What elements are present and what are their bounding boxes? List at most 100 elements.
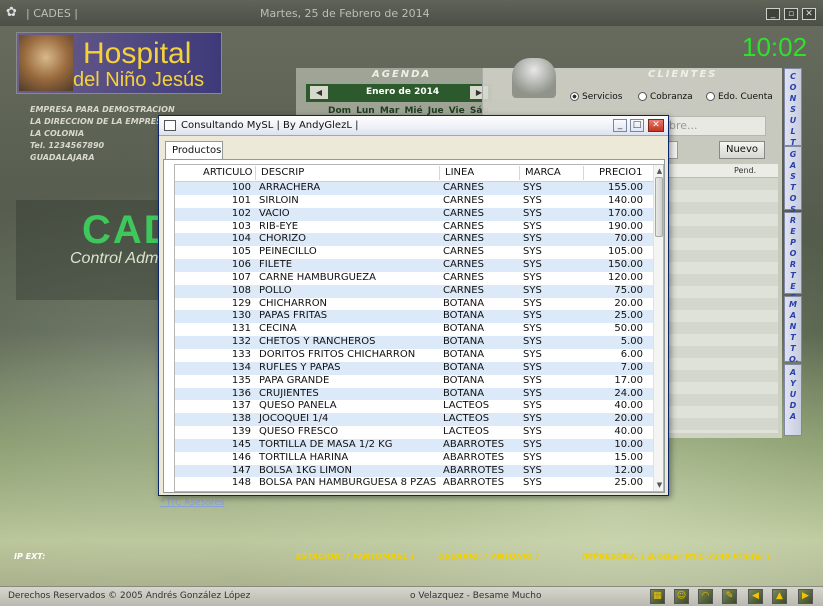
- table-row[interactable]: 129 CHICHARRON BOTANA SYS 20.00: [175, 298, 653, 311]
- rss-icon[interactable]: ◠: [698, 589, 713, 604]
- play-icon[interactable]: ▲: [772, 589, 787, 604]
- cell-linea: BOTANA: [443, 387, 485, 399]
- cell-linea: CARNES: [443, 246, 484, 258]
- prev-month-icon[interactable]: ◀: [310, 86, 328, 99]
- close-icon[interactable]: ✕: [802, 8, 816, 20]
- column-header-articulo[interactable]: ARTICULO: [203, 167, 253, 178]
- table-row[interactable]: 107 CARNE HAMBURGUEZA CARNES SYS 120.00: [175, 272, 653, 285]
- cell-linea: ABARROTES: [443, 464, 505, 476]
- cell-descrip: PAPAS FRITAS: [259, 310, 328, 322]
- products-grid[interactable]: ARTICULO DESCRIP LINEA MARCA PRECIO1 100…: [174, 164, 664, 492]
- table-row[interactable]: 102 VACIO CARNES SYS 170.00: [175, 207, 653, 221]
- cell-articulo: 129: [231, 297, 251, 309]
- company-line: LA COLONIA: [30, 129, 85, 138]
- cell-descrip: ARRACHERA: [259, 182, 321, 193]
- column-header-marca[interactable]: MARCA: [525, 167, 561, 178]
- radio-servicios[interactable]: Servicios: [570, 92, 622, 102]
- cell-linea: ABARROTES: [443, 477, 505, 489]
- cell-linea: LACTEOS: [443, 400, 490, 412]
- tab-mantto[interactable]: MANTTO.: [784, 296, 802, 364]
- tools-icon[interactable]: ✎: [722, 589, 737, 604]
- cell-marca: SYS: [523, 348, 542, 360]
- status-usuario: USUARIO: [ ANTONIO ]: [438, 552, 540, 561]
- minimize-icon[interactable]: _: [766, 8, 780, 20]
- table-row[interactable]: 101 SIRLOIN CARNES SYS 140.00: [175, 195, 653, 208]
- cell-marca: SYS: [523, 400, 542, 412]
- column-separator[interactable]: [439, 166, 440, 180]
- radio-cobranza[interactable]: Cobranza: [638, 92, 693, 102]
- cell-marca: SYS: [523, 438, 542, 450]
- column-header-precio1[interactable]: PRECIO1: [599, 167, 642, 178]
- column-header-linea[interactable]: LINEA: [445, 167, 474, 178]
- table-row[interactable]: 130 PAPAS FRITAS BOTANA SYS 25.00: [175, 310, 653, 324]
- table-row[interactable]: 148 BOLSA PAN HAMBURGUESA 8 PZAS ABARROTES…: [175, 477, 653, 490]
- vertical-scrollbar[interactable]: ▲ ▼: [653, 165, 663, 491]
- table-row[interactable]: 139 QUESO FRESCO LACTEOS SYS 40.00: [175, 426, 653, 439]
- tab-reportes[interactable]: REPORTES: [784, 212, 802, 302]
- next-track-icon[interactable]: ▶: [798, 589, 813, 604]
- tab-ayuda[interactable]: AYUDA: [784, 364, 802, 436]
- client-search-input[interactable]: bre...: [666, 116, 766, 136]
- table-row[interactable]: 134 RUFLES Y PAPAS BOTANA SYS 7.00: [175, 361, 653, 375]
- faucet-decoration: [512, 58, 556, 98]
- column-header-descrip[interactable]: DESCRIP: [261, 167, 304, 178]
- scroll-down-icon[interactable]: ▼: [655, 480, 663, 490]
- table-row[interactable]: 133 DORITOS FRITOS CHICHARRON BOTANA SYS 6.0…: [175, 349, 653, 362]
- cell-precio1: 150.00: [608, 259, 643, 271]
- cell-marca: SYS: [523, 194, 542, 206]
- table-row[interactable]: 132 CHETOS Y RANCHEROS BOTANA SYS 5.00: [175, 336, 653, 349]
- tab-consulta[interactable]: CONSULTA: [784, 68, 802, 158]
- company-line: GUADALAJARA: [30, 153, 95, 162]
- table-row[interactable]: 131 CECINA BOTANA SYS 50.00: [175, 323, 653, 336]
- table-row[interactable]: 138 JOCOQUEI 1/4 LACTEOS SYS 20.00: [175, 413, 653, 427]
- scroll-up-icon[interactable]: ▲: [655, 166, 663, 176]
- dialog-maximize-icon[interactable]: □: [630, 119, 644, 132]
- tab-gastos[interactable]: GASTOS: [784, 146, 802, 214]
- cell-precio1: 75.00: [614, 284, 643, 296]
- cell-articulo: 106: [231, 259, 251, 271]
- cell-descrip: POLLO: [259, 284, 292, 296]
- dialog-titlebar[interactable]: Consultando MySL | By AndyGlezL | _ □ ✕: [159, 116, 668, 136]
- cell-articulo: 104: [231, 233, 251, 245]
- table-row[interactable]: 108 POLLO CARNES SYS 75.00: [175, 284, 653, 298]
- cell-linea: BOTANA: [443, 323, 485, 335]
- table-row[interactable]: 147 BOLSA 1KG LIMON ABARROTES SYS 12.00: [175, 464, 653, 478]
- table-row[interactable]: 105 PEINECILLO CARNES SYS 105.00: [175, 246, 653, 259]
- scroll-thumb[interactable]: [655, 177, 663, 237]
- cell-descrip: CHORIZO: [259, 233, 306, 245]
- cell-articulo: 103: [231, 220, 251, 232]
- tab-productos[interactable]: Productos: [165, 141, 223, 160]
- table-row[interactable]: 137 QUESO PANELA LACTEOS SYS 40.00: [175, 400, 653, 413]
- cell-linea: CARNES: [443, 271, 484, 283]
- cell-linea: CARNES: [443, 284, 484, 296]
- nuevo-button[interactable]: Nuevo: [719, 141, 765, 159]
- table-row[interactable]: 104 CHORIZO CARNES SYS 70.00: [175, 233, 653, 247]
- cell-precio1: 24.00: [614, 387, 643, 399]
- cell-articulo: 139: [231, 426, 251, 438]
- maximize-icon[interactable]: ▫: [784, 8, 798, 20]
- table-row[interactable]: 100 ARRACHERA CARNES SYS 155.00: [175, 182, 653, 195]
- prev-track-icon[interactable]: ◀: [748, 589, 763, 604]
- cell-precio1: 120.00: [608, 271, 643, 283]
- cell-linea: ABARROTES: [443, 438, 505, 450]
- table-row[interactable]: 146 TORTILLA HARINA ABARROTES SYS 15.00: [175, 452, 653, 465]
- dialog-close-icon[interactable]: ✕: [648, 119, 664, 132]
- column-separator[interactable]: [255, 166, 256, 180]
- table-row[interactable]: 106 FILETE CARNES SYS 150.00: [175, 259, 653, 272]
- table-row[interactable]: 136 CRUJIENTES BOTANA SYS 24.00: [175, 387, 653, 401]
- calculator-icon[interactable]: ▦: [650, 589, 665, 604]
- dialog-minimize-icon[interactable]: _: [613, 119, 627, 132]
- radio-edo-cuenta[interactable]: Edo. Cuenta: [706, 92, 773, 102]
- cell-precio1: 25.00: [614, 310, 643, 322]
- cell-linea: CARNES: [443, 182, 484, 193]
- cell-articulo: 137: [231, 400, 251, 412]
- itc-asesores-link[interactable]: * ITC Asesores: [160, 498, 224, 508]
- table-row[interactable]: 145 TORTILLA DE MASA 1/2 KG ABARROTES SYS 10…: [175, 438, 653, 452]
- pending-grid[interactable]: [666, 178, 778, 433]
- users-icon[interactable]: ☺: [674, 589, 689, 604]
- table-row[interactable]: 135 PAPA GRANDE BOTANA SYS 17.00: [175, 375, 653, 388]
- cell-linea: BOTANA: [443, 310, 485, 322]
- table-row[interactable]: 103 RIB-EYE CARNES SYS 190.00: [175, 221, 653, 234]
- column-separator[interactable]: [583, 166, 584, 180]
- column-separator[interactable]: [519, 166, 520, 180]
